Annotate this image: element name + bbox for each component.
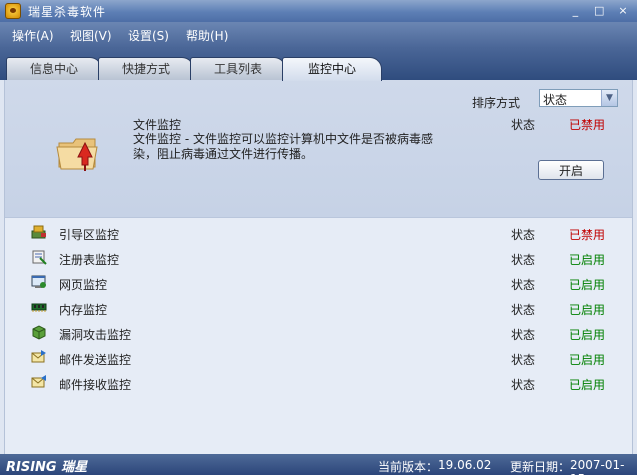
monitor-name: 邮件发送监控 [59, 353, 132, 367]
registry-icon [32, 250, 47, 265]
sort-label: 排序方式 [472, 96, 521, 110]
monitor-name: 引导区监控 [59, 228, 120, 242]
memory-icon [31, 303, 47, 312]
detail-status-label: 状态 [511, 118, 536, 132]
monitor-row-vulnerability[interactable]: 漏洞攻击监控 状态 已启用 [5, 320, 632, 345]
window-title: 瑞星杀毒软件 [28, 5, 107, 19]
monitor-row-mail-receive[interactable]: 邮件接收监控 状态 已启用 [5, 370, 632, 395]
detail-pane: 排序方式 状态 ▼ 文件监控 文件监控 - 文件监控可以监控计算机中文件是否被病… [5, 80, 632, 218]
status-label: 状态 [511, 278, 536, 292]
status-bar: RISING 瑞星 当前版本： 19.06.02 更新日期： 2007-01-1… [0, 454, 637, 475]
monitor-name: 注册表监控 [59, 253, 120, 267]
enable-monitor-button[interactable]: 开启 [538, 160, 604, 180]
menu-operation[interactable]: 操作(A) [12, 27, 54, 44]
monitor-name: 邮件接收监控 [59, 378, 132, 392]
sort-select-value: 状态 [543, 93, 568, 107]
update-date-label: 更新日期： [510, 460, 571, 474]
monitor-row-boot-sector[interactable]: 引导区监控 状态 已禁用 [5, 220, 632, 245]
monitor-center-panel: 排序方式 状态 ▼ 文件监控 文件监控 - 文件监控可以监控计算机中文件是否被病… [4, 80, 633, 454]
version-value: 19.06.02 [438, 458, 492, 472]
tab-shortcuts[interactable]: 快捷方式 [98, 57, 194, 80]
monitor-name: 内存监控 [59, 303, 108, 317]
status-value: 已启用 [569, 278, 606, 292]
close-button[interactable]: × [615, 3, 631, 19]
file-monitor-folder-icon [56, 138, 98, 171]
rising-app-icon[interactable] [5, 3, 21, 19]
status-value: 已禁用 [569, 228, 606, 242]
monitor-name: 漏洞攻击监控 [59, 328, 132, 342]
monitor-row-mail-send[interactable]: 邮件发送监控 状态 已启用 [5, 345, 632, 370]
maximize-button[interactable]: □ [591, 3, 607, 19]
status-label: 状态 [511, 328, 536, 342]
menu-view[interactable]: 视图(V) [70, 27, 112, 44]
chevron-down-icon[interactable]: ▼ [601, 90, 617, 106]
status-value: 已启用 [569, 253, 606, 267]
status-label: 状态 [511, 353, 536, 367]
status-label: 状态 [511, 228, 536, 242]
tab-tool-list[interactable]: 工具列表 [190, 57, 286, 80]
tab-info-center[interactable]: 信息中心 [6, 57, 102, 80]
status-label: 状态 [511, 253, 536, 267]
mail-receive-icon [31, 375, 46, 388]
monitor-list: 引导区监控 状态 已禁用 注册表监控 状态 已启用 网页监控 状态 已启用 内存… [5, 219, 632, 454]
minimize-button[interactable]: _ [567, 3, 583, 19]
menu-help[interactable]: 帮助(H) [186, 27, 228, 44]
tab-strip: 信息中心 快捷方式 工具列表 监控中心 [0, 48, 637, 81]
boot-sector-icon [31, 225, 46, 239]
status-value: 已启用 [569, 328, 606, 342]
status-value: 已启用 [569, 303, 606, 317]
rising-logo: RISING 瑞星 [6, 460, 88, 475]
monitor-row-registry[interactable]: 注册表监控 状态 已启用 [5, 245, 632, 270]
vulnerability-icon [32, 325, 46, 340]
detail-description: 文件监控 - 文件监控可以监控计算机中文件是否被病毒感染，阻止病毒通过文件进行传… [133, 132, 433, 161]
monitor-row-memory[interactable]: 内存监控 状态 已启用 [5, 295, 632, 320]
title-bar[interactable]: 瑞星杀毒软件 _ □ × [0, 0, 637, 22]
version-label: 当前版本： [378, 460, 439, 474]
monitor-name: 网页监控 [59, 278, 108, 292]
status-value: 已启用 [569, 353, 606, 367]
sort-select[interactable]: 状态 ▼ [539, 89, 618, 107]
status-label: 状态 [511, 378, 536, 392]
detail-title: 文件监控 [133, 118, 182, 132]
menu-bar: 操作(A) 视图(V) 设置(S) 帮助(H) [0, 22, 637, 48]
monitor-row-web-page[interactable]: 网页监控 状态 已启用 [5, 270, 632, 295]
detail-status-value: 已禁用 [569, 118, 606, 132]
window-controls: _ □ × [563, 3, 631, 19]
web-page-icon [31, 275, 46, 288]
tab-monitor-center[interactable]: 监控中心 [282, 57, 382, 81]
status-label: 状态 [511, 303, 536, 317]
status-value: 已启用 [569, 378, 606, 392]
update-date-value: 2007-01-15 [570, 458, 625, 475]
mail-send-icon [31, 350, 46, 363]
menu-settings[interactable]: 设置(S) [128, 27, 169, 44]
